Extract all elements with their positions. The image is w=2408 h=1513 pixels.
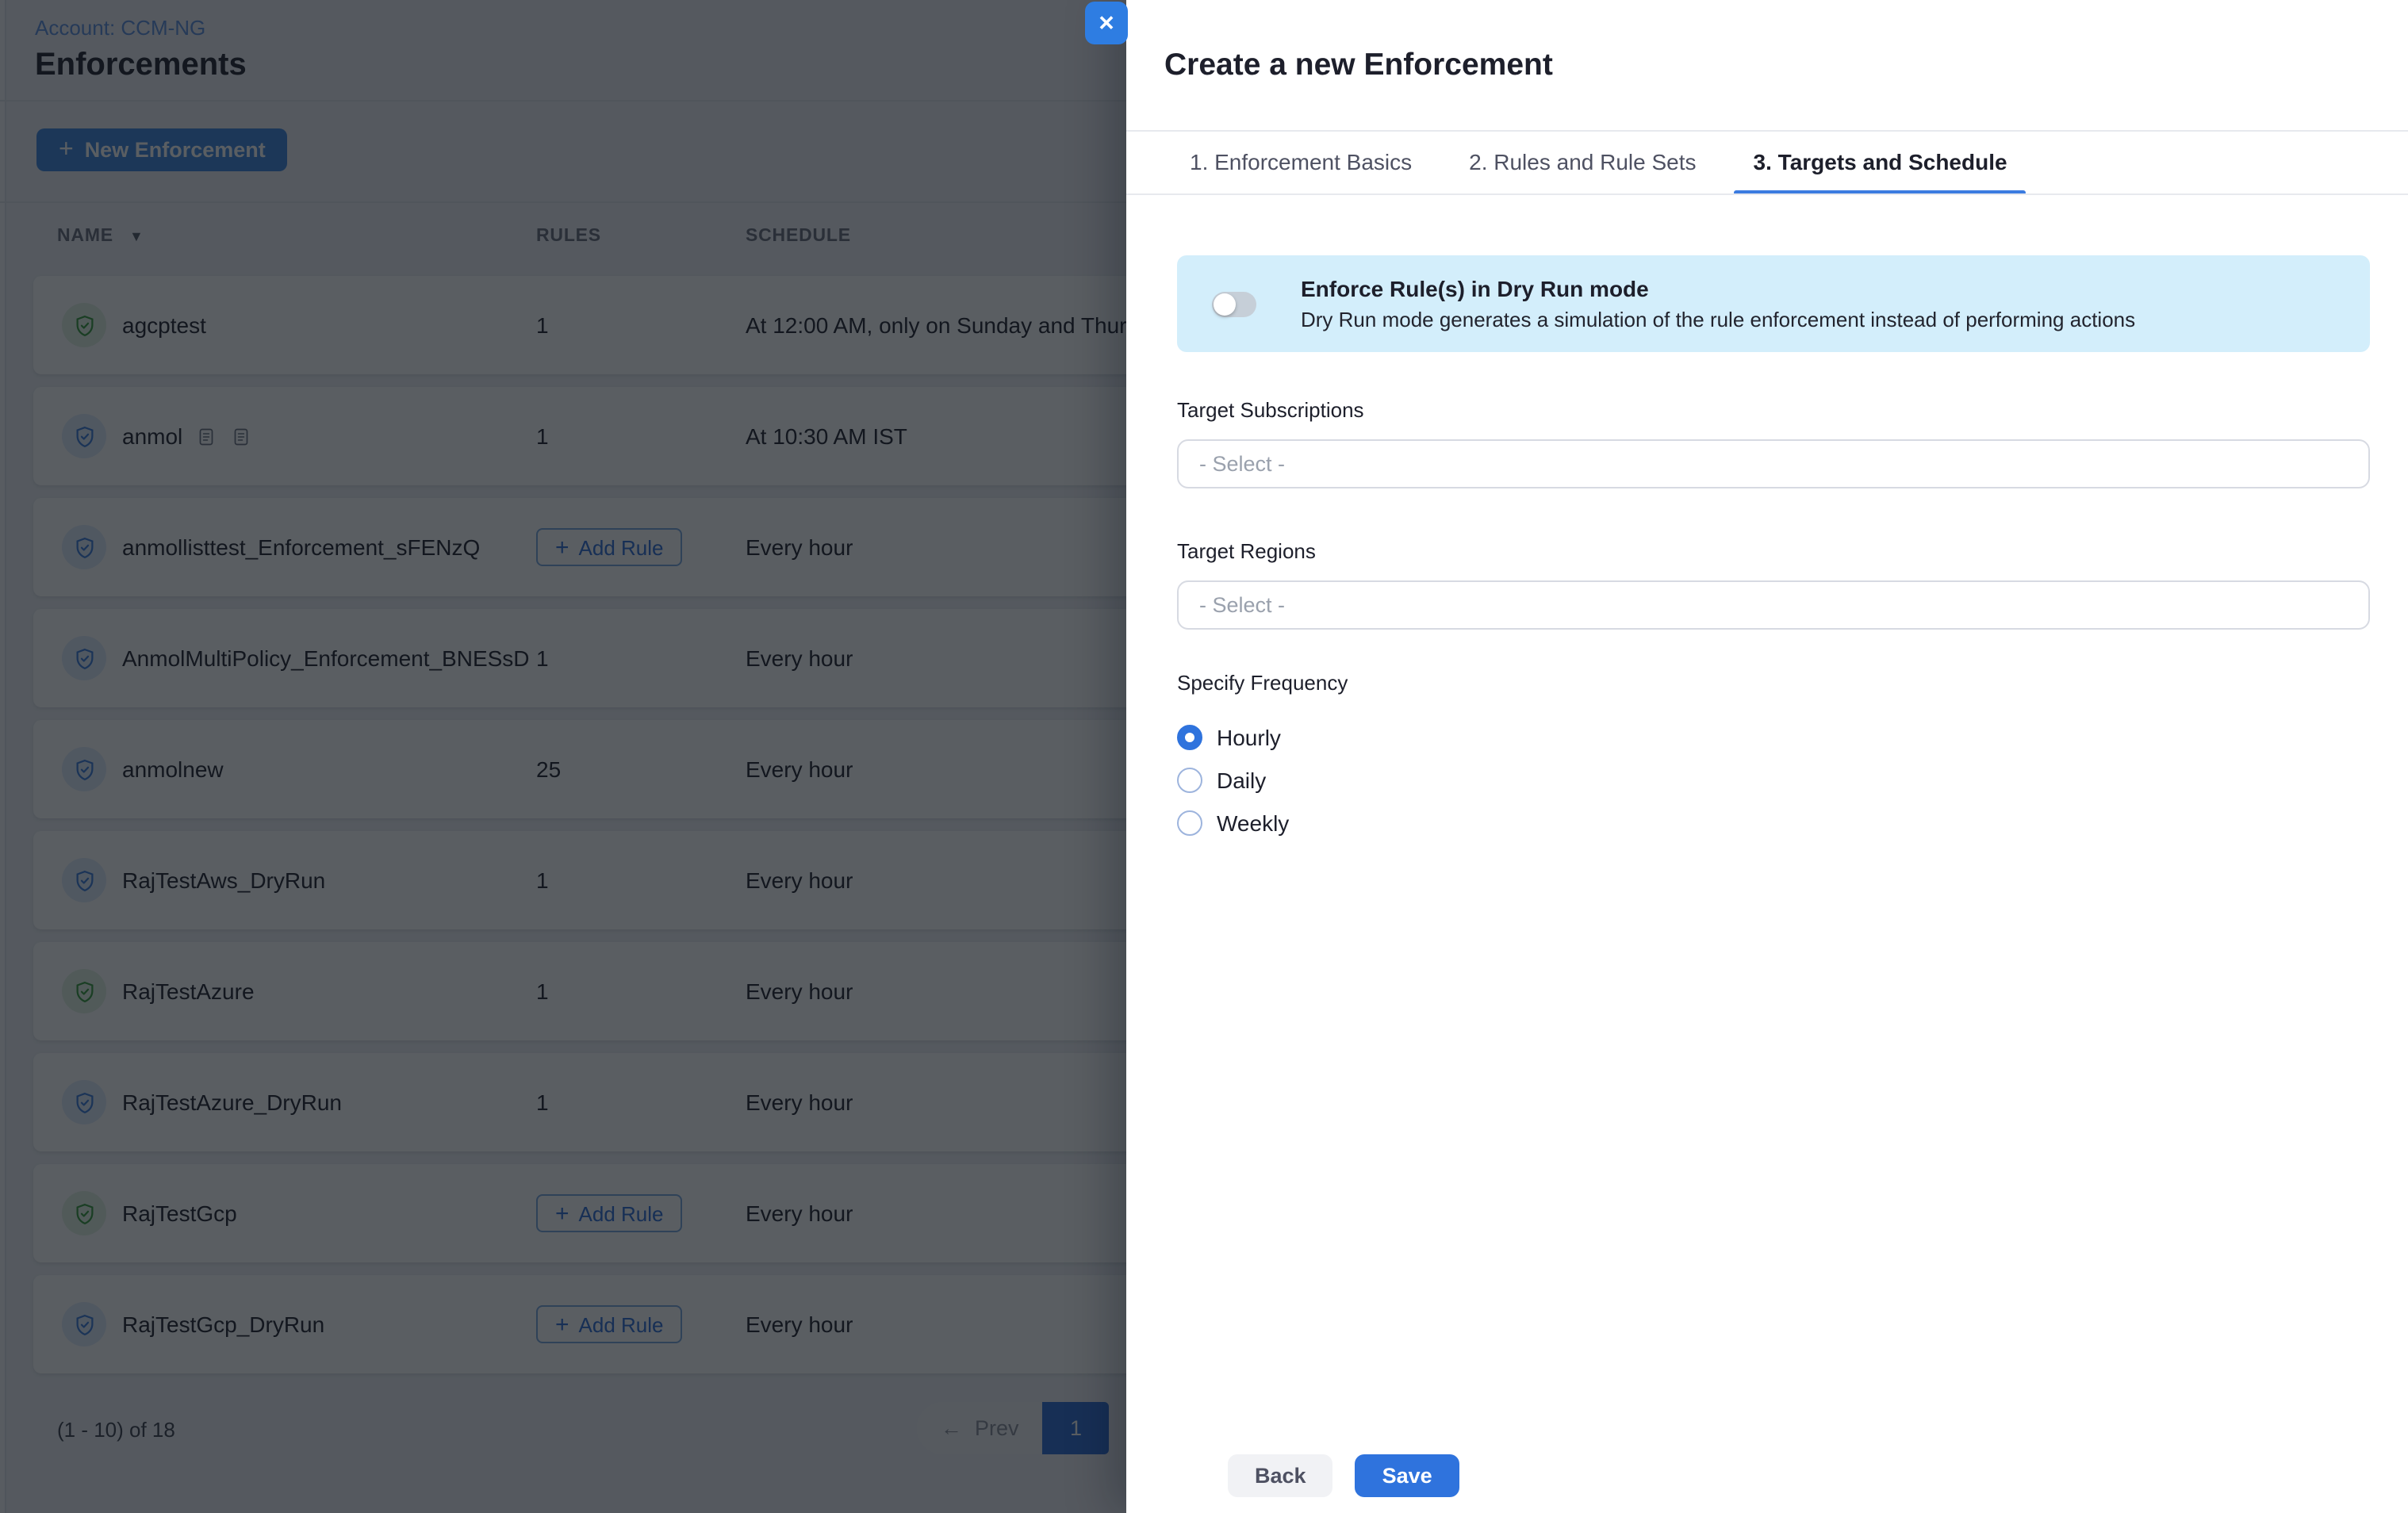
specify-frequency-label: Specify Frequency	[1177, 671, 2370, 695]
radio-unselected-icon	[1177, 810, 1202, 835]
target-regions-label: Target Regions	[1177, 539, 2370, 563]
drawer-footer: Back Save	[1228, 1454, 1459, 1497]
radio-hourly[interactable]: Hourly	[1177, 715, 2370, 758]
dry-run-banner: Enforce Rule(s) in Dry Run mode Dry Run …	[1177, 255, 2370, 352]
back-button[interactable]: Back	[1228, 1454, 1333, 1497]
radio-weekly[interactable]: Weekly	[1177, 801, 2370, 844]
tab-rules-and-rule-sets[interactable]: 2. Rules and Rule Sets	[1450, 130, 1715, 193]
target-subscriptions-select[interactable]: - Select -	[1177, 439, 2370, 488]
target-subscriptions-label: Target Subscriptions	[1177, 398, 2370, 422]
toggle-knob	[1214, 293, 1236, 315]
tab-targets-and-schedule[interactable]: 3. Targets and Schedule	[1735, 130, 2026, 193]
wizard-tabs: 1. Enforcement Basics 2. Rules and Rule …	[1171, 130, 2026, 193]
radio-daily[interactable]: Daily	[1177, 758, 2370, 801]
save-button[interactable]: Save	[1355, 1454, 1459, 1497]
targets-and-schedule-panel: Enforce Rule(s) in Dry Run mode Dry Run …	[1177, 193, 2370, 1513]
dry-run-description: Dry Run mode generates a simulation of t…	[1301, 308, 2135, 331]
create-enforcement-drawer: ✕ Create a new Enforcement 1. Enforcemen…	[1126, 0, 2408, 1513]
tab-enforcement-basics[interactable]: 1. Enforcement Basics	[1171, 130, 1431, 193]
frequency-options: Hourly Daily Weekly	[1177, 715, 2370, 844]
drawer-title: Create a new Enforcement	[1164, 48, 1553, 84]
enforcements-screen: Account: CCM-NG Enforcements + New Enfor…	[0, 0, 2408, 1513]
dry-run-label: Enforce Rule(s) in Dry Run mode	[1301, 276, 2135, 301]
dry-run-toggle[interactable]	[1212, 291, 1256, 316]
radio-unselected-icon	[1177, 767, 1202, 792]
target-regions-select[interactable]: - Select -	[1177, 580, 2370, 630]
close-icon[interactable]: ✕	[1085, 2, 1128, 44]
radio-selected-icon	[1177, 724, 1202, 749]
